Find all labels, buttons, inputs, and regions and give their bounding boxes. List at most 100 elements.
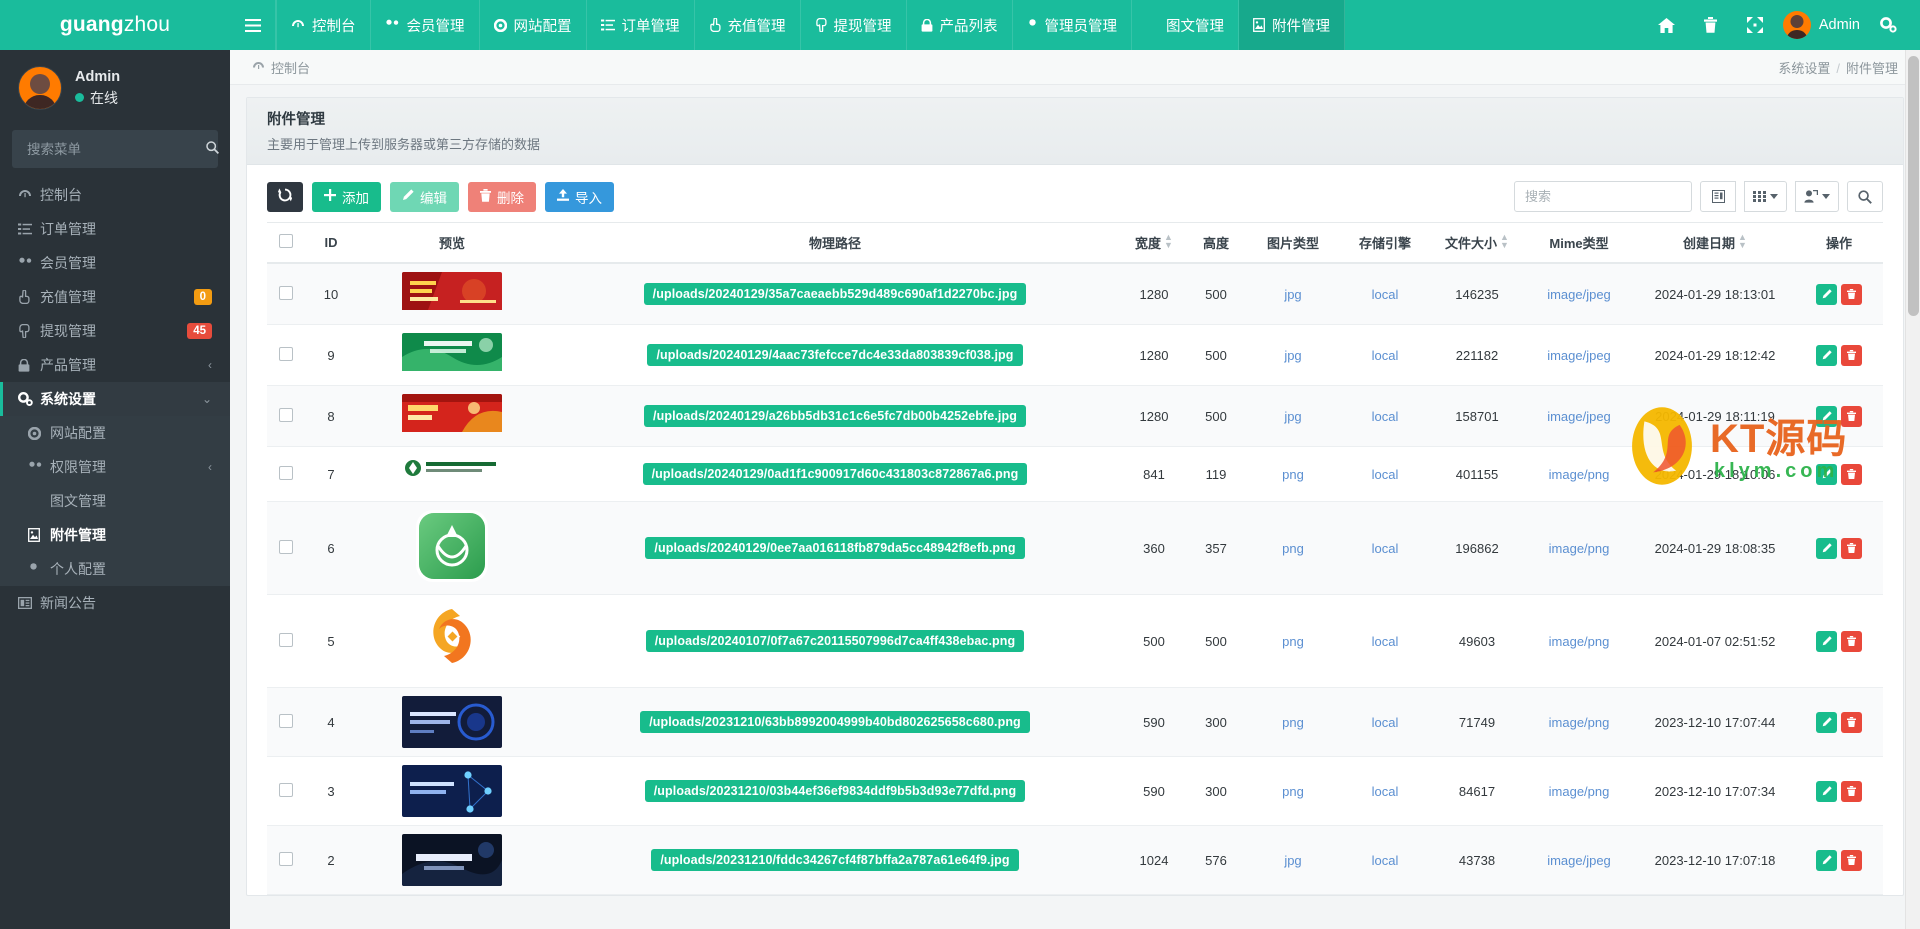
mime-type-link[interactable]: image/png bbox=[1549, 541, 1610, 556]
row-edit-button[interactable] bbox=[1816, 711, 1837, 733]
cell-mime[interactable]: image/jpeg bbox=[1523, 385, 1635, 448]
row-delete-button[interactable] bbox=[1841, 283, 1862, 305]
mime-type-link[interactable]: image/jpeg bbox=[1547, 287, 1611, 302]
row-select-cell[interactable] bbox=[267, 324, 305, 387]
row-checkbox[interactable] bbox=[279, 285, 293, 300]
row-checkbox[interactable] bbox=[279, 632, 293, 647]
image-type-link[interactable]: jpg bbox=[1284, 287, 1301, 302]
cell-preview[interactable] bbox=[357, 263, 547, 326]
cell-image-type[interactable]: jpg bbox=[1247, 825, 1339, 896]
table-row[interactable]: 7/uploads/20240129/0ad1f1c900917d60c4318… bbox=[267, 446, 1883, 503]
table-search-input[interactable] bbox=[1514, 181, 1692, 212]
row-select-cell[interactable] bbox=[267, 385, 305, 448]
mime-type-link[interactable]: image/jpeg bbox=[1547, 853, 1611, 868]
row-checkbox[interactable] bbox=[279, 851, 293, 866]
row-edit-button[interactable] bbox=[1816, 405, 1837, 427]
topnav-item-4[interactable]: 充值管理 bbox=[695, 0, 801, 50]
image-type-link[interactable]: png bbox=[1282, 634, 1304, 649]
table-row[interactable]: 2/uploads/20231210/fddc34267cf4f87bffa2a… bbox=[267, 825, 1883, 896]
cell-image-type[interactable]: png bbox=[1247, 446, 1339, 503]
table-header-created[interactable]: 创建日期 ▲ ▼ bbox=[1635, 222, 1795, 265]
scrollbar-thumb[interactable] bbox=[1908, 56, 1919, 316]
preview-thumbnail[interactable] bbox=[402, 394, 502, 438]
row-checkbox[interactable] bbox=[279, 346, 293, 361]
cell-path[interactable]: /uploads/20240107/0f7a67c20115507996d7ca… bbox=[547, 594, 1123, 689]
preview-thumbnail[interactable] bbox=[402, 834, 502, 887]
sort-icon[interactable]: ▲ ▼ bbox=[1738, 232, 1747, 249]
sidebar-item-9[interactable]: 图文管理 bbox=[0, 484, 230, 518]
export-icon[interactable] bbox=[1795, 181, 1839, 212]
cell-path[interactable]: /uploads/20240129/4aac73fefcce7dc4e33da8… bbox=[547, 324, 1123, 387]
columns-icon[interactable] bbox=[1700, 181, 1736, 212]
sidebar-profile[interactable]: Admin 在线 bbox=[0, 50, 230, 124]
mime-type-link[interactable]: image/png bbox=[1549, 634, 1610, 649]
breadcrumb-left[interactable]: 控制台 bbox=[252, 58, 310, 77]
cell-storage-engine[interactable]: local bbox=[1339, 446, 1431, 503]
storage-engine-link[interactable]: local bbox=[1372, 409, 1399, 424]
preview-thumbnail[interactable] bbox=[402, 272, 502, 316]
page-scrollbar[interactable] bbox=[1905, 40, 1920, 929]
cell-path[interactable]: /uploads/20231210/03b44ef36ef9834ddf9b5b… bbox=[547, 756, 1123, 827]
image-type-link[interactable]: jpg bbox=[1284, 853, 1301, 868]
row-edit-button[interactable] bbox=[1816, 537, 1837, 559]
sidebar-item-8[interactable]: 权限管理 ‹ bbox=[0, 450, 230, 484]
brand-logo[interactable]: guang zhou bbox=[0, 0, 230, 50]
cell-storage-engine[interactable]: local bbox=[1339, 324, 1431, 387]
trash-icon[interactable] bbox=[1689, 0, 1733, 50]
cell-storage-engine[interactable]: local bbox=[1339, 825, 1431, 896]
row-delete-button[interactable] bbox=[1841, 630, 1862, 652]
row-select-cell[interactable] bbox=[267, 594, 305, 689]
cell-image-type[interactable]: jpg bbox=[1247, 385, 1339, 448]
cell-mime[interactable]: image/jpeg bbox=[1523, 263, 1635, 326]
storage-engine-link[interactable]: local bbox=[1372, 348, 1399, 363]
topnav-item-9[interactable]: 附件管理 bbox=[1239, 0, 1345, 50]
image-type-link[interactable]: png bbox=[1282, 467, 1304, 482]
cell-mime[interactable]: image/png bbox=[1523, 756, 1635, 827]
preview-thumbnail[interactable] bbox=[402, 455, 502, 493]
row-checkbox[interactable] bbox=[279, 782, 293, 797]
row-delete-button[interactable] bbox=[1841, 344, 1862, 366]
preview-thumbnail[interactable] bbox=[419, 603, 485, 679]
cell-storage-engine[interactable]: local bbox=[1339, 594, 1431, 689]
row-edit-button[interactable] bbox=[1816, 630, 1837, 652]
cell-image-type[interactable]: png bbox=[1247, 501, 1339, 596]
refresh-button[interactable] bbox=[267, 181, 303, 212]
row-select-cell[interactable] bbox=[267, 263, 305, 326]
topnav-item-0[interactable]: 控制台 bbox=[276, 0, 371, 50]
file-path-tag[interactable]: /uploads/20240129/35a7caeaebb529d489c690… bbox=[643, 283, 1027, 306]
sidebar-item-3[interactable]: 充值管理 0 bbox=[0, 280, 230, 314]
image-type-link[interactable]: png bbox=[1282, 715, 1304, 730]
row-checkbox[interactable] bbox=[279, 407, 293, 422]
topnav-item-1[interactable]: 会员管理 bbox=[371, 0, 480, 50]
file-path-tag[interactable]: /uploads/20231210/63bb8992004999b40bd802… bbox=[640, 711, 1030, 734]
cell-preview[interactable] bbox=[357, 594, 547, 689]
cell-path[interactable]: /uploads/20240129/35a7caeaebb529d489c690… bbox=[547, 263, 1123, 326]
row-select-cell[interactable] bbox=[267, 687, 305, 758]
cell-preview[interactable] bbox=[357, 446, 547, 503]
grid-icon[interactable] bbox=[1744, 181, 1787, 212]
preview-thumbnail[interactable] bbox=[416, 510, 488, 586]
storage-engine-link[interactable]: local bbox=[1372, 853, 1399, 868]
table-row[interactable]: 4/uploads/20231210/63bb8992004999b40bd80… bbox=[267, 687, 1883, 758]
cell-storage-engine[interactable]: local bbox=[1339, 687, 1431, 758]
row-select-cell[interactable] bbox=[267, 501, 305, 596]
row-edit-button[interactable] bbox=[1816, 780, 1837, 802]
image-type-link[interactable]: jpg bbox=[1284, 409, 1301, 424]
row-checkbox[interactable] bbox=[279, 539, 293, 554]
sidebar-item-5[interactable]: 产品管理 ‹ bbox=[0, 348, 230, 382]
cell-storage-engine[interactable]: local bbox=[1339, 501, 1431, 596]
import-button[interactable]: 导入 bbox=[545, 181, 614, 212]
file-path-tag[interactable]: /uploads/20240129/4aac73fefcce7dc4e33da8… bbox=[647, 344, 1023, 367]
cell-mime[interactable]: image/png bbox=[1523, 446, 1635, 503]
topnav-item-3[interactable]: 订单管理 bbox=[587, 0, 695, 50]
storage-engine-link[interactable]: local bbox=[1372, 287, 1399, 302]
cell-image-type[interactable]: jpg bbox=[1247, 324, 1339, 387]
row-checkbox[interactable] bbox=[279, 713, 293, 728]
file-path-tag[interactable]: /uploads/20240107/0f7a67c20115507996d7ca… bbox=[645, 630, 1025, 653]
row-delete-button[interactable] bbox=[1841, 711, 1862, 733]
edit-button[interactable]: 编辑 bbox=[390, 181, 459, 212]
search-input[interactable] bbox=[25, 140, 206, 158]
delete-button[interactable]: 删除 bbox=[468, 181, 536, 212]
row-delete-button[interactable] bbox=[1841, 849, 1862, 871]
file-path-tag[interactable]: /uploads/20240129/0ad1f1c900917d60c43180… bbox=[642, 463, 1028, 486]
